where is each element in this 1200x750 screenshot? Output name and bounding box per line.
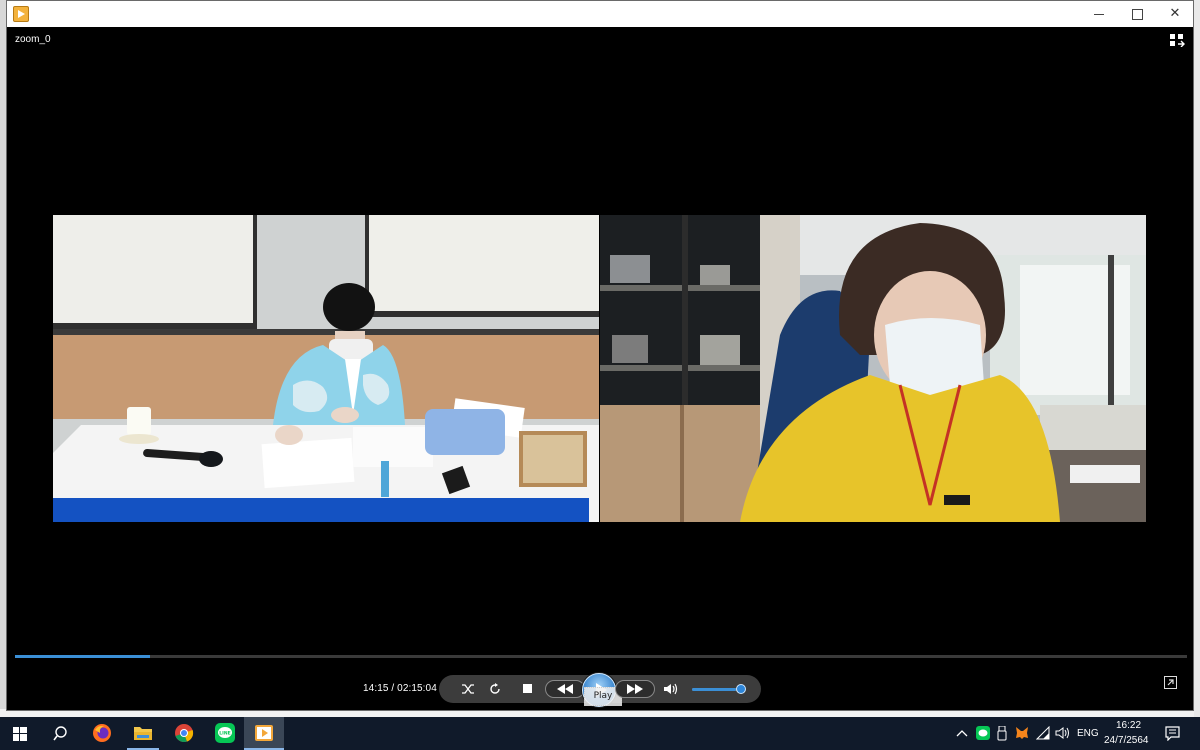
repeat-icon[interactable] <box>488 682 502 696</box>
shuffle-icon[interactable] <box>461 682 475 696</box>
background-window-edge <box>1194 0 1200 717</box>
maximize-button[interactable] <box>1118 1 1156 27</box>
svg-text:LINE: LINE <box>219 731 230 737</box>
usb-device-icon[interactable] <box>997 726 1007 741</box>
volume-slider-fill <box>692 688 737 691</box>
media-player-icon <box>255 725 273 741</box>
video-panel-left <box>53 215 599 522</box>
input-language[interactable]: ENG <box>1077 728 1099 739</box>
taskbar-file-explorer[interactable] <box>123 717 163 750</box>
media-title: zoom_0 <box>15 34 51 45</box>
line-app-icon: LINE <box>215 723 235 743</box>
volume-slider-handle[interactable] <box>736 684 746 694</box>
search-icon <box>53 726 67 741</box>
windows-start-icon <box>13 727 27 741</box>
taskbar-firefox[interactable] <box>82 717 122 750</box>
mini-player-icon[interactable] <box>1164 676 1177 689</box>
taskbar-media-player[interactable] <box>244 717 284 750</box>
fast-forward-icon <box>627 684 643 694</box>
firefox-icon <box>93 724 111 742</box>
line-tray-icon[interactable] <box>976 726 990 740</box>
stop-button[interactable] <box>523 684 532 693</box>
clock-date[interactable]: 24/7/2564 <box>1104 735 1149 746</box>
switch-view-icon[interactable] <box>1169 33 1185 47</box>
chrome-icon <box>175 724 194 743</box>
notifications-icon[interactable] <box>1165 726 1180 741</box>
start-button[interactable] <box>0 717 40 750</box>
seek-bar[interactable] <box>15 655 1187 658</box>
taskbar-line[interactable]: LINE <box>205 717 245 750</box>
taskbar-chrome[interactable] <box>164 717 204 750</box>
metamask-icon[interactable] <box>1015 726 1029 740</box>
title-bar[interactable]: ✕ <box>7 1 1193 27</box>
fast-forward-button[interactable] <box>615 680 655 698</box>
volume-icon[interactable] <box>663 682 679 696</box>
wifi-icon[interactable] <box>1036 726 1050 740</box>
search-button[interactable] <box>40 717 80 750</box>
clock-time[interactable]: 16:22 <box>1116 720 1141 731</box>
minimize-button[interactable] <box>1080 1 1118 27</box>
rewind-icon <box>557 684 573 694</box>
seek-bar-fill <box>15 655 150 658</box>
taskbar: LINE ENG 16:22 24/7/2564 <box>0 717 1200 750</box>
time-readout: 14:15 / 02:15:04 <box>363 683 437 694</box>
speaker-icon[interactable] <box>1055 726 1070 740</box>
media-player-window: ✕ zoom_0 14:15 / 02:15:04 Play <box>6 0 1194 711</box>
file-explorer-icon <box>134 727 152 740</box>
close-button[interactable]: ✕ <box>1156 1 1194 27</box>
video-panel-right <box>600 215 1146 522</box>
media-player-app-icon <box>13 6 29 22</box>
rewind-button[interactable] <box>545 680 585 698</box>
show-hidden-icons-icon[interactable] <box>956 729 968 737</box>
